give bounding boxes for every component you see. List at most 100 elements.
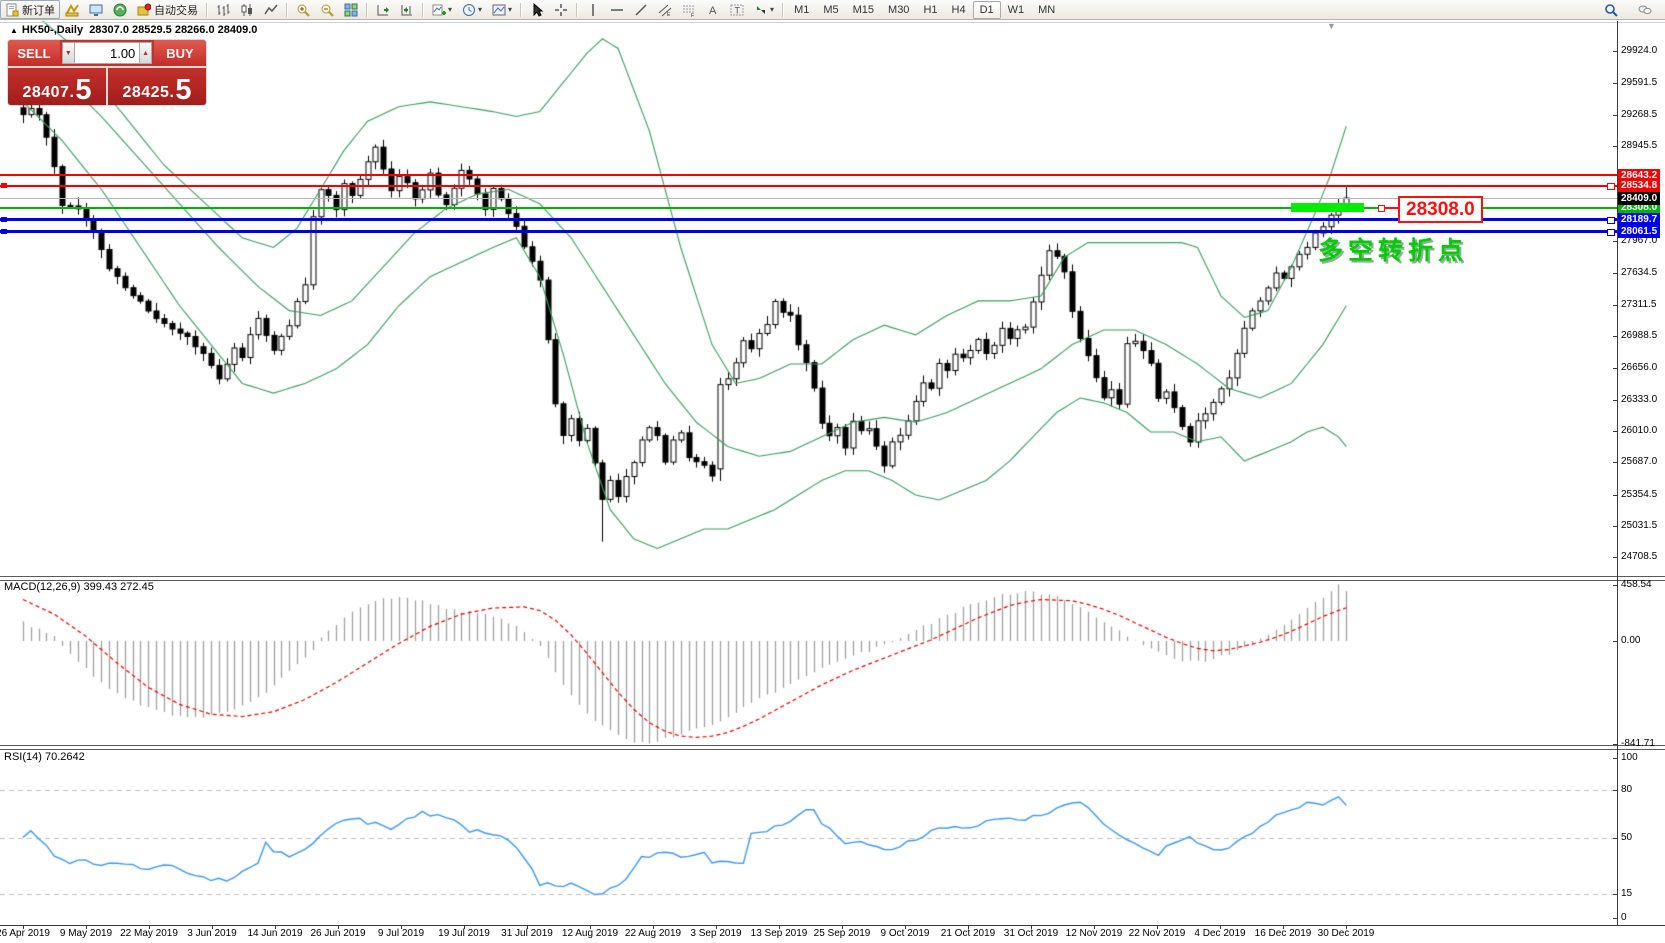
fibonacci-button[interactable] (677, 0, 701, 19)
tile-icon (344, 3, 358, 17)
macd-tick (1613, 585, 1617, 586)
date-tick-label: 30 Dec 2019 (1318, 928, 1375, 939)
templates-button[interactable]: ▾ (487, 0, 517, 19)
macd-tick-label: -841.71 (1621, 738, 1655, 750)
date-tick-label: 3 Sep 2019 (690, 928, 741, 939)
pivot-line[interactable] (0, 207, 1617, 209)
community-button[interactable] (108, 0, 132, 19)
price-tick (1613, 305, 1617, 306)
trendline-button[interactable] (629, 0, 653, 19)
date-tick-label: 22 Aug 2019 (625, 928, 681, 939)
timeframe-m5-button[interactable]: M5 (816, 1, 845, 19)
timeframe-w1-button[interactable]: W1 (1001, 1, 1032, 19)
pane-separator-macd[interactable] (0, 576, 1665, 581)
search-button[interactable] (1599, 0, 1623, 19)
sell-price-pips: 5 (75, 78, 91, 102)
buy-price-button[interactable]: 28425. 5 (108, 68, 206, 105)
terminal-button[interactable] (84, 0, 108, 19)
text-button[interactable] (701, 0, 725, 19)
new-order-button[interactable]: 新订单 (0, 0, 60, 19)
support-line-upper-handle[interactable] (1, 217, 7, 222)
callout-anchor-handle[interactable] (1378, 205, 1385, 212)
price-tick-label: 26988.5 (1621, 330, 1657, 342)
auto-trading-button[interactable]: 自动交易 (132, 0, 203, 19)
bar-chart-button[interactable] (211, 0, 235, 19)
volume-increase-button[interactable]: ▲ (139, 42, 152, 64)
indicators-button[interactable]: ▾ (427, 0, 457, 19)
price-tick-label: 25031.5 (1621, 520, 1657, 532)
support-line-lower-handle[interactable] (1, 229, 7, 234)
timeframe-mn-button[interactable]: MN (1031, 1, 1062, 19)
channel-icon (658, 3, 672, 17)
zoom-out-button[interactable] (315, 0, 339, 19)
sell-button[interactable]: SELL (8, 40, 60, 66)
rsi-tick (1613, 790, 1617, 791)
timeframe-m1-button[interactable]: M1 (787, 1, 816, 19)
chevron-down-icon[interactable]: ▼ (1327, 21, 1336, 31)
rsi-tick-label: 15 (1621, 888, 1632, 900)
chart-shift-button[interactable] (395, 0, 419, 19)
collapse-panel-icon[interactable]: ▲ (10, 26, 18, 35)
timeframe-m30-button[interactable]: M30 (881, 1, 916, 19)
date-tick-label: 31 Oct 2019 (1004, 928, 1058, 939)
autoscroll-icon (376, 3, 390, 17)
price-tick-label: 25687.0 (1621, 456, 1657, 468)
rsi-tick (1613, 894, 1617, 895)
chat-button[interactable] (1633, 0, 1657, 19)
sell-price-button[interactable]: 28407. 5 (8, 68, 108, 105)
timeframe-h1-button[interactable]: H1 (916, 1, 944, 19)
buy-price-main: 28425. (122, 84, 174, 102)
price-tick (1613, 51, 1617, 52)
chart-canvas[interactable] (0, 0, 1665, 943)
support-line-lower-handle[interactable] (1607, 229, 1615, 236)
tile-windows-button[interactable] (339, 0, 363, 19)
chevron-down-icon[interactable]: ▾ (508, 5, 512, 14)
rsi-tick (1613, 918, 1617, 919)
price-tick (1613, 146, 1617, 147)
zoom-in-button[interactable] (291, 0, 315, 19)
crosshair-button[interactable] (549, 0, 573, 19)
charts-button[interactable] (60, 0, 84, 19)
rsi-tick-label: 80 (1621, 784, 1632, 796)
date-tick-label: 26 Apr 2019 (0, 928, 50, 939)
equidistant-channel-button[interactable] (653, 0, 677, 19)
chevron-down-icon[interactable]: ▾ (770, 5, 774, 14)
price-callout-label[interactable]: 28308.0 (1398, 196, 1483, 223)
horizontal-line-button[interactable] (605, 0, 629, 19)
support-line-upper-handle[interactable] (1607, 217, 1615, 224)
resistance-line-lower-handle[interactable] (1607, 183, 1615, 190)
resistance-line-lower-handle[interactable] (1, 183, 7, 188)
price-tick (1613, 431, 1617, 432)
turning-point-annotation[interactable]: 多空转折点 (1318, 231, 1468, 267)
candlestick-chart-button[interactable] (235, 0, 259, 19)
time-axis-line (0, 925, 1665, 926)
zoom-out-icon (320, 3, 334, 17)
line-chart-button[interactable] (259, 0, 283, 19)
timeframe-d1-button[interactable]: D1 (973, 1, 1001, 19)
periods-button[interactable]: ▾ (457, 0, 487, 19)
text-label-button[interactable] (725, 0, 749, 19)
resistance-line-upper[interactable] (0, 174, 1617, 176)
vertical-line-button[interactable] (581, 0, 605, 19)
date-tick-label: 19 Jul 2019 (438, 928, 490, 939)
vline-icon (586, 3, 600, 17)
chevron-down-icon[interactable]: ▾ (478, 5, 482, 14)
chevron-down-icon[interactable]: ▾ (448, 5, 452, 14)
volume-input[interactable] (75, 42, 140, 64)
auto-scroll-button[interactable] (371, 0, 395, 19)
pane-separator-rsi[interactable] (0, 745, 1665, 750)
current-price-line (0, 198, 1617, 199)
timeframe-h4-button[interactable]: H4 (945, 1, 973, 19)
arrows-button[interactable]: ▾ (749, 0, 779, 19)
price-tick-label: 24708.5 (1621, 551, 1657, 563)
date-tick-label: 22 Nov 2019 (1129, 928, 1186, 939)
buy-button[interactable]: BUY (154, 40, 206, 66)
timeframe-m15-button[interactable]: M15 (846, 1, 881, 19)
volume-decrease-button[interactable]: ▼ (62, 42, 75, 64)
cursor-button[interactable] (525, 0, 549, 19)
highlight-trend-segment[interactable] (1291, 203, 1364, 212)
support-line-upper[interactable] (0, 218, 1617, 221)
shift-icon (400, 3, 414, 17)
resistance-line-lower[interactable] (0, 185, 1617, 187)
price-tick (1613, 115, 1617, 116)
